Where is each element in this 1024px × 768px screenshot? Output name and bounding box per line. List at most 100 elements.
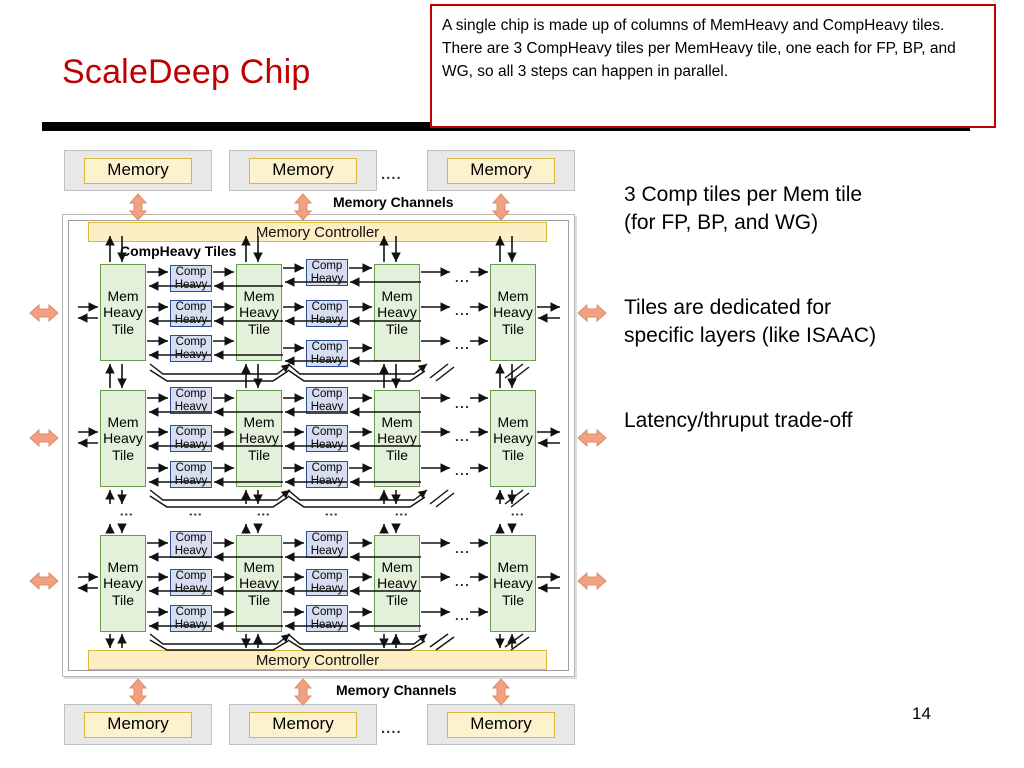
column-ellipsis-5: ⋮ <box>394 508 409 522</box>
mem-tile-line-1: Mem <box>243 287 275 304</box>
mem-heavy-tile-r1c4: Mem Heavy Tile <box>490 264 536 361</box>
mem-tile-line-2: Heavy <box>103 430 143 447</box>
mem-tile-line-3: Tile <box>247 446 271 463</box>
comp-tile-line-2: Heavy <box>174 582 208 595</box>
mem-tile-line-3: Tile <box>111 446 135 463</box>
comp-heavy-tile-r2c1-bp: Comp Heavy <box>170 425 212 452</box>
mem-tile-line-1: Mem <box>243 413 275 430</box>
mem-heavy-tile-r1c2: Mem Heavy Tile <box>236 264 282 361</box>
mem-tile-line-1: Mem <box>381 413 413 430</box>
comp-heavy-tile-r1c2-bp: Comp Heavy <box>306 300 348 327</box>
mem-tile-line-2: Heavy <box>493 575 533 592</box>
comp-heavy-tile-r2c2-wg: Comp Heavy <box>306 461 348 488</box>
mem-tile-line-1: Mem <box>107 558 139 575</box>
memory-label: Memory <box>248 157 358 184</box>
comp-heavy-tile-r2c2-fp: Comp Heavy <box>306 387 348 414</box>
comp-tile-line-2: Heavy <box>174 618 208 631</box>
comp-heavy-tile-r1c1-fp: Comp Heavy <box>170 265 212 292</box>
mem-tile-line-2: Heavy <box>377 430 417 447</box>
memory-controller-top: Memory Controller <box>88 222 547 242</box>
comp-heavy-tile-r2c2-bp: Comp Heavy <box>306 425 348 452</box>
tile-ellipsis-r1-2: ... <box>455 303 471 318</box>
mem-tile-line-1: Mem <box>381 287 413 304</box>
comp-tile-line-2: Heavy <box>174 348 208 361</box>
comp-heavy-tile-r3c2-fp: Comp Heavy <box>306 531 348 558</box>
mem-tile-line-2: Heavy <box>103 575 143 592</box>
comp-tile-line-2: Heavy <box>310 474 344 487</box>
comp-tile-line-1: Comp <box>175 569 207 582</box>
memory-module-bottom-3: Memory <box>427 704 575 745</box>
mem-tile-line-1: Mem <box>381 558 413 575</box>
memory-controller-bottom: Memory Controller <box>88 650 547 670</box>
comp-tile-line-1: Comp <box>175 335 207 348</box>
comp-heavy-tile-r1c2-fp: Comp Heavy <box>306 259 348 286</box>
comp-tile-line-1: Comp <box>311 259 343 272</box>
mem-tile-line-3: Tile <box>501 591 525 608</box>
comp-tile-line-2: Heavy <box>310 582 344 595</box>
comp-tile-line-2: Heavy <box>174 438 208 451</box>
mem-tile-line-2: Heavy <box>239 575 279 592</box>
tile-ellipsis-r3-1: ... <box>455 541 471 556</box>
page-title: ScaleDeep Chip <box>62 53 311 91</box>
mem-tile-line-2: Heavy <box>103 304 143 321</box>
mem-heavy-tile-r2c1: Mem Heavy Tile <box>100 390 146 487</box>
mem-heavy-tile-r3c4: Mem Heavy Tile <box>490 535 536 632</box>
mem-heavy-tile-r1c3: Mem Heavy Tile <box>374 264 420 361</box>
comp-tile-line-1: Comp <box>311 531 343 544</box>
comp-heavy-tile-r2c1-fp: Comp Heavy <box>170 387 212 414</box>
mem-heavy-tile-r2c2: Mem Heavy Tile <box>236 390 282 487</box>
memory-label: Memory <box>446 711 556 738</box>
comp-tile-line-1: Comp <box>311 300 343 313</box>
comp-heavy-tile-r2c1-wg: Comp Heavy <box>170 461 212 488</box>
tile-ellipsis-r1-3: ... <box>455 337 471 352</box>
note-dedicated-tiles: Tiles are dedicated for specific layers … <box>624 296 877 347</box>
comp-tile-line-1: Comp <box>311 461 343 474</box>
comp-tile-line-2: Heavy <box>174 313 208 326</box>
callout-text: A single chip is made up of columns of M… <box>442 17 956 80</box>
memory-label: Memory <box>83 711 193 738</box>
comp-heavy-tile-r1c2-wg: Comp Heavy <box>306 340 348 367</box>
mem-tile-line-1: Mem <box>107 287 139 304</box>
memory-label: Memory <box>446 157 556 184</box>
mem-tile-line-2: Heavy <box>493 304 533 321</box>
comp-heavy-tile-r3c1-fp: Comp Heavy <box>170 531 212 558</box>
mem-heavy-tile-r3c2: Mem Heavy Tile <box>236 535 282 632</box>
comp-tile-line-2: Heavy <box>174 474 208 487</box>
mem-tile-line-2: Heavy <box>239 304 279 321</box>
comp-tile-line-1: Comp <box>175 425 207 438</box>
memory-module-bottom-2: Memory <box>229 704 377 745</box>
tile-ellipsis-r3-2: ... <box>455 574 471 589</box>
comp-tile-line-2: Heavy <box>310 438 344 451</box>
comp-heavy-tile-r1c1-bp: Comp Heavy <box>170 300 212 327</box>
mem-heavy-tile-r2c4: Mem Heavy Tile <box>490 390 536 487</box>
comp-tile-line-2: Heavy <box>310 544 344 557</box>
comp-tile-line-2: Heavy <box>310 400 344 413</box>
memory-channels-label-top: Memory Channels <box>333 194 454 210</box>
comp-heavy-tile-r3c1-bp: Comp Heavy <box>170 569 212 596</box>
mem-tile-line-1: Mem <box>497 287 529 304</box>
compheavy-tiles-label: CompHeavy Tiles <box>120 243 237 259</box>
mem-tile-line-2: Heavy <box>239 430 279 447</box>
page-number: 14 <box>912 704 931 723</box>
comp-tile-line-1: Comp <box>175 605 207 618</box>
memory-channels-label-bottom: Memory Channels <box>336 682 457 698</box>
comp-tile-line-2: Heavy <box>174 544 208 557</box>
mem-heavy-tile-r2c3: Mem Heavy Tile <box>374 390 420 487</box>
tile-ellipsis-r2-1: ... <box>455 396 471 411</box>
comp-tile-line-2: Heavy <box>174 400 208 413</box>
column-ellipsis-6: ⋮ <box>510 508 525 522</box>
slide-canvas: ScaleDeep Chip A single chip is made up … <box>0 0 1024 768</box>
mem-heavy-tile-r1c1: Mem Heavy Tile <box>100 264 146 361</box>
memory-module-top-1: Memory <box>64 150 212 191</box>
mem-tile-line-3: Tile <box>247 320 271 337</box>
note-comp-tiles-per-mem: 3 Comp tiles per Mem tile (for FP, BP, a… <box>624 183 863 234</box>
comp-tile-line-1: Comp <box>311 569 343 582</box>
comp-tile-line-1: Comp <box>311 387 343 400</box>
comp-tile-line-2: Heavy <box>310 313 344 326</box>
comp-tile-line-1: Comp <box>311 605 343 618</box>
tile-ellipsis-r1-1: ... <box>455 270 471 285</box>
tile-ellipsis-r2-2: ... <box>455 429 471 444</box>
comp-tile-line-1: Comp <box>311 340 343 353</box>
tile-ellipsis-r3-3: ... <box>455 608 471 623</box>
memory-ellipsis-top: .... <box>381 166 402 183</box>
